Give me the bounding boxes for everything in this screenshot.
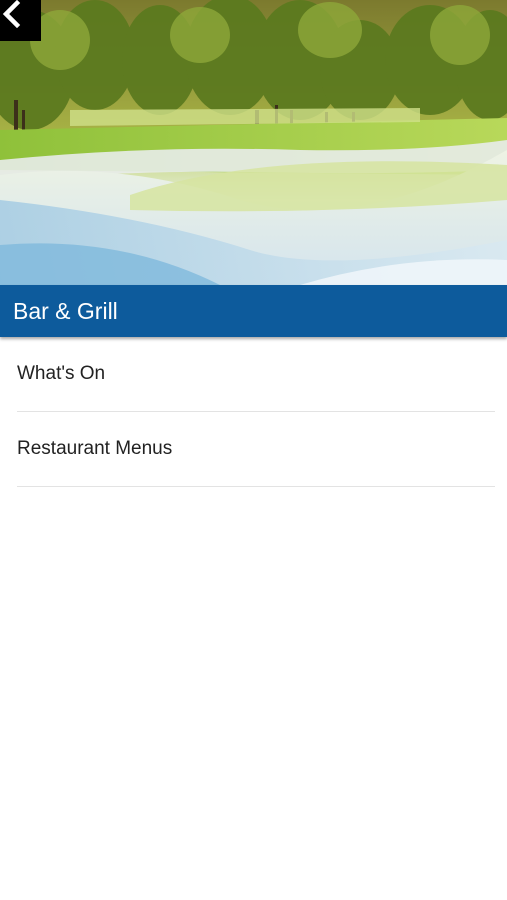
header-banner-image [0,0,507,285]
screen: Bar & Grill What's On Restaurant Menus [0,0,507,900]
menu-item-label: What's On [17,363,106,384]
menu-item-whats-on[interactable]: What's On [17,337,495,412]
menu-item-restaurant-menus[interactable]: Restaurant Menus [17,412,495,487]
golf-course-illustration [0,0,507,285]
back-button[interactable] [0,0,41,41]
chevron-left-icon [2,0,21,28]
page-title: Bar & Grill [13,297,118,324]
menu-item-label: Restaurant Menus [17,438,173,459]
title-bar: Bar & Grill [0,285,507,337]
menu-list: What's On Restaurant Menus [0,337,507,487]
